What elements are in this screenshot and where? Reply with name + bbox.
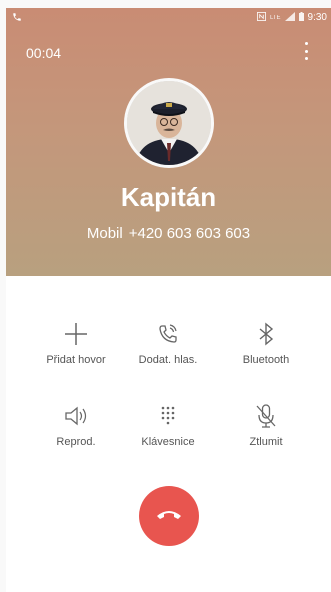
speaker-button[interactable]: Reprod. <box>26 402 126 448</box>
add-call-button[interactable]: Přidat hovor <box>26 320 126 366</box>
bluetooth-icon <box>252 320 280 348</box>
end-call-icon <box>155 507 183 526</box>
call-timer: 00:04 <box>26 45 62 61</box>
keypad-button[interactable]: Klávesnice <box>118 402 218 448</box>
number-type-label: Mobil <box>86 225 123 242</box>
bluetooth-button[interactable]: Bluetooth <box>216 320 316 366</box>
add-call-label: Přidat hovor <box>46 354 106 366</box>
phone-wave-icon <box>154 320 182 348</box>
speaker-label: Reprod. <box>56 436 96 448</box>
phone-call-icon <box>12 12 22 25</box>
contact-name: Kapitán <box>120 182 217 212</box>
mute-label: Ztlumit <box>249 436 283 448</box>
more-options-icon[interactable] <box>303 42 309 60</box>
battery-icon <box>298 12 304 23</box>
status-icons: LTE 9:30 <box>256 12 327 23</box>
nfc-icon <box>256 12 266 23</box>
speaker-icon <box>62 402 90 430</box>
contact-avatar <box>124 78 214 168</box>
status-bar: LTE 9:30 <box>6 8 331 30</box>
add-voice-button[interactable]: Dodat. hlas. <box>118 320 218 366</box>
mute-button[interactable]: Ztlumit <box>216 402 316 448</box>
add-voice-label: Dodat. hlas. <box>138 354 198 366</box>
phone-screen: LTE 9:30 00:04 Kapitán Mobil +420 603 60… <box>0 0 331 592</box>
call-header: LTE 9:30 00:04 Kapitán Mobil +420 603 60… <box>6 8 331 276</box>
phone-number: +420 603 603 603 <box>128 225 251 242</box>
end-call-button[interactable] <box>139 486 199 546</box>
status-time: 9:30 <box>307 12 327 23</box>
keypad-label: Klávesnice <box>141 436 195 448</box>
plus-icon <box>62 320 90 348</box>
mic-off-icon <box>252 402 280 430</box>
keypad-icon <box>154 402 182 430</box>
signal-icon <box>284 12 295 23</box>
lte-icon: LTE <box>269 14 281 21</box>
call-controls: Přidat hovor Dodat. hlas. Bluetooth Repr… <box>6 276 331 592</box>
bluetooth-label: Bluetooth <box>242 354 290 366</box>
contact-number-line: Mobil +420 603 603 603 <box>6 225 331 242</box>
